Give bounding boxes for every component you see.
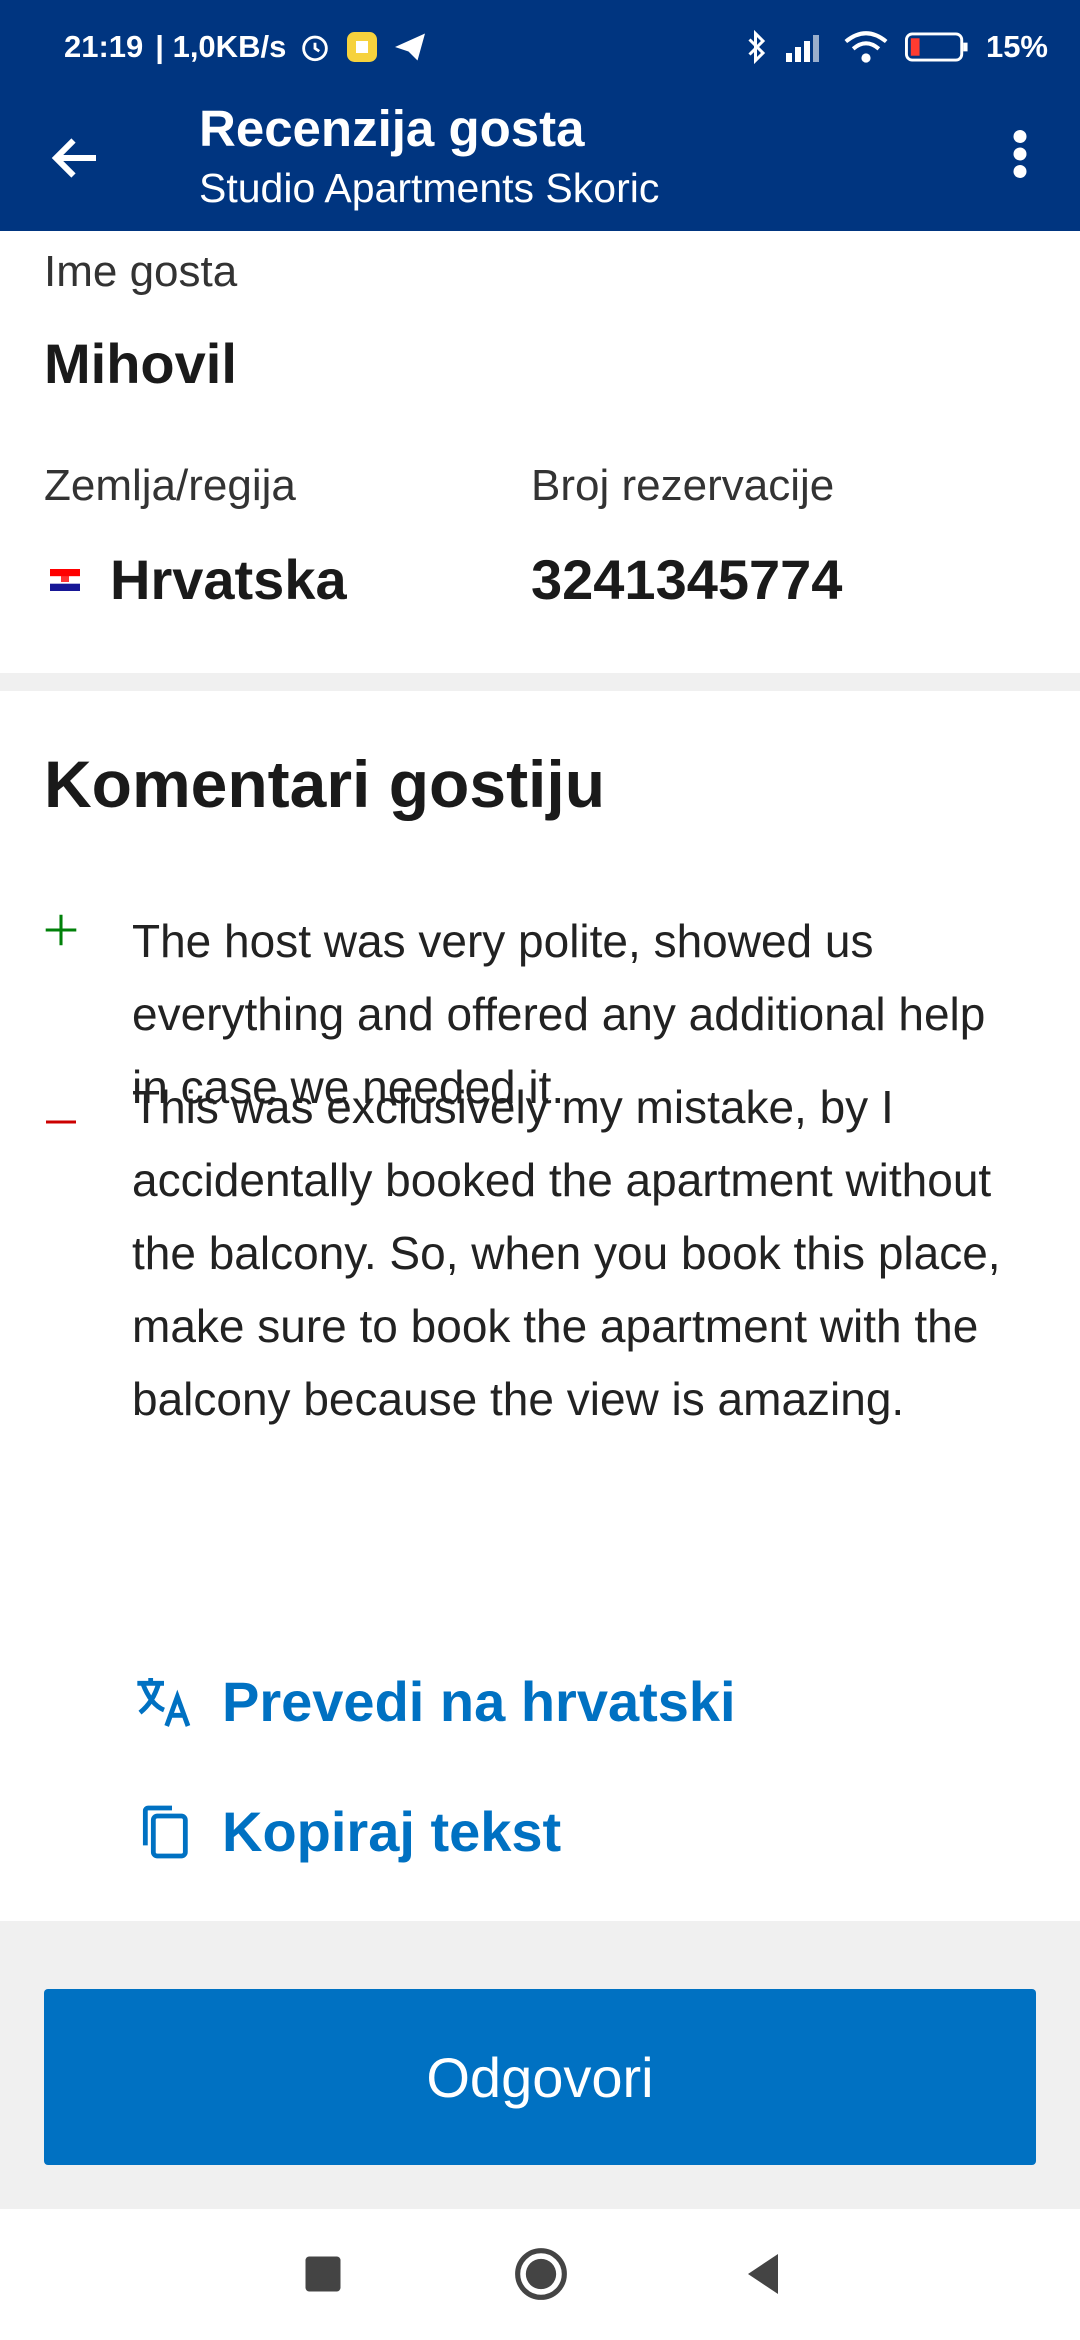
toolbar: Recenzija gosta Studio Apartments Skoric bbox=[0, 94, 1080, 231]
positive-comment-icon bbox=[44, 901, 78, 959]
section-divider bbox=[0, 673, 1080, 691]
alarm-icon bbox=[298, 30, 332, 64]
guest-info-section: Ime gosta Mihovil Zemlja/regija Hrvatska… bbox=[0, 231, 1080, 673]
country-value: Hrvatska bbox=[110, 548, 347, 611]
wifi-icon bbox=[844, 30, 888, 64]
booking-number-label: Broj rezervacije bbox=[531, 461, 835, 510]
home-circle-icon bbox=[515, 2248, 567, 2300]
copy-label: Kopiraj tekst bbox=[222, 1800, 562, 1863]
system-navigation-bar bbox=[0, 2209, 1080, 2340]
country-label: Zemlja/regija bbox=[44, 461, 296, 510]
guest-name-label: Ime gosta bbox=[44, 247, 238, 296]
telegram-icon bbox=[392, 29, 428, 65]
guest-name-value: Mihovil bbox=[44, 332, 237, 395]
app-bar: 21:19 | 1,0KB/s 15% Recenzija gosta Stud… bbox=[0, 0, 1080, 231]
status-time: 21:19 bbox=[64, 29, 144, 64]
comments-section: Komentari gostiju The host was very poli… bbox=[0, 691, 1080, 1921]
home-button[interactable] bbox=[513, 2246, 569, 2302]
bluetooth-icon bbox=[744, 29, 770, 65]
translate-label: Prevedi na hrvatski bbox=[222, 1670, 736, 1733]
square-icon bbox=[305, 2256, 341, 2292]
translate-icon bbox=[137, 1677, 191, 1727]
croatia-flag-icon bbox=[50, 569, 80, 596]
recents-button[interactable] bbox=[298, 2249, 348, 2299]
more-vert-icon bbox=[1013, 130, 1027, 178]
status-network-speed: | 1,0KB/s bbox=[155, 29, 287, 64]
translate-button[interactable]: Prevedi na hrvatski bbox=[132, 1669, 736, 1734]
status-bar: 21:19 | 1,0KB/s 15% bbox=[0, 0, 1080, 94]
back-button[interactable] bbox=[46, 128, 106, 188]
booking-number-value: 3241345774 bbox=[531, 548, 843, 611]
arrow-left-icon bbox=[51, 138, 96, 178]
comments-title: Komentari gostiju bbox=[44, 747, 606, 821]
page-subtitle: Studio Apartments Skoric bbox=[199, 165, 660, 211]
page-title: Recenzija gosta bbox=[199, 100, 585, 157]
copy-text-button[interactable]: Kopiraj tekst bbox=[132, 1799, 561, 1864]
copy-icon bbox=[142, 1805, 188, 1858]
reply-button[interactable]: Odgovori bbox=[44, 1989, 1036, 2165]
notification-app-icon bbox=[344, 29, 380, 65]
triangle-back-icon bbox=[748, 2254, 778, 2294]
footer-action-area: Odgovori bbox=[0, 1921, 1080, 2209]
signal-icon bbox=[785, 32, 828, 62]
battery-icon bbox=[904, 31, 970, 63]
battery-percent: 15% bbox=[985, 29, 1048, 64]
overflow-menu-button[interactable] bbox=[1000, 124, 1040, 184]
negative-comment-text: This was exclusively my mistake, by I ac… bbox=[132, 1081, 1001, 1425]
back-nav-button[interactable] bbox=[738, 2249, 788, 2299]
negative-comment-icon bbox=[44, 1081, 78, 1139]
